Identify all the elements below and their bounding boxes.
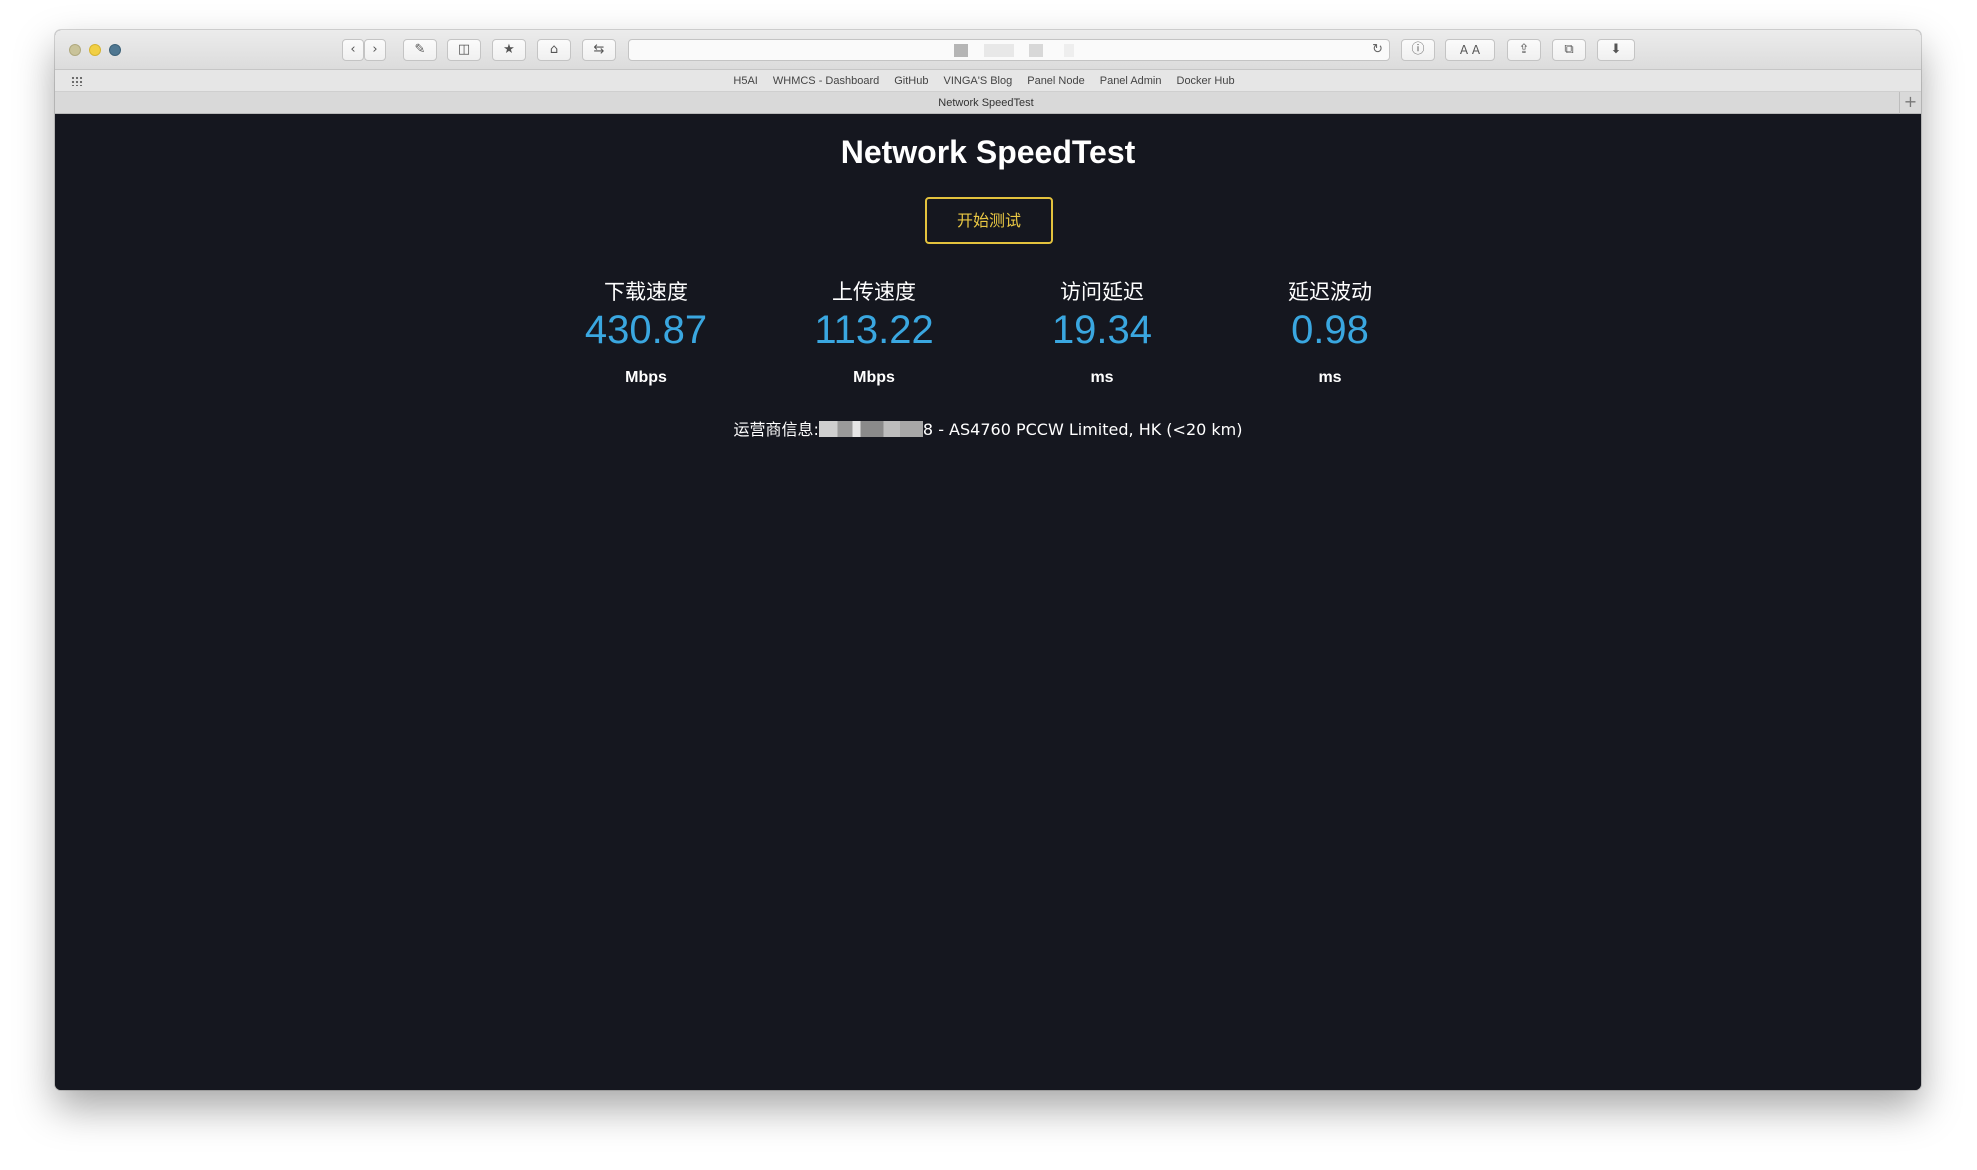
bookmark-item[interactable]: WHMCS - Dashboard <box>773 70 879 92</box>
zoom-window-button[interactable] <box>109 44 121 56</box>
browser-window: ‹ › ✎ ◫ ★ ⌂ ⇆ ↻ ⓘ A A ⇪ ⧉ ⬇ H5AI WHMCS -… <box>55 30 1921 1090</box>
bookmark-item[interactable]: Docker Hub <box>1177 70 1235 92</box>
minimize-window-button[interactable] <box>89 44 101 56</box>
back-icon[interactable]: ‹ <box>342 39 364 61</box>
browser-toolbar: ‹ › ✎ ◫ ★ ⌂ ⇆ ↻ ⓘ A A ⇪ ⧉ ⬇ <box>55 30 1921 70</box>
address-bar[interactable]: ↻ <box>628 39 1390 61</box>
bookmark-item[interactable]: VINGA'S Blog <box>943 70 1012 92</box>
masked-url <box>1064 44 1074 57</box>
bookmark-item[interactable]: Panel Node <box>1027 70 1085 92</box>
metric-unit: Mbps <box>625 369 667 386</box>
masked-ip <box>818 421 923 437</box>
font-size-icon[interactable]: A A <box>1445 39 1495 61</box>
window-controls <box>69 44 121 56</box>
page-content: Network SpeedTest 开始测试 下载速度 430.87 Mbps … <box>55 115 1921 1090</box>
sidebar-icon[interactable]: ◫ <box>447 39 481 61</box>
bookmark-item[interactable]: Panel Admin <box>1100 70 1162 92</box>
bookmark-list: H5AI WHMCS - Dashboard GitHub VINGA'S Bl… <box>55 70 1921 92</box>
metric-value: 113.22 <box>814 308 934 352</box>
share-icon[interactable]: ⇪ <box>1507 39 1541 61</box>
masked-url <box>1029 44 1043 57</box>
bookmark-item[interactable]: GitHub <box>894 70 928 92</box>
forward-icon[interactable]: › <box>364 39 386 61</box>
isp-info: 运营商信息: 8 - AS4760 PCCW Limited, HK (<20 k… <box>55 416 1921 440</box>
bookmark-icon[interactable]: ★ <box>492 39 526 61</box>
bookmark-item[interactable]: H5AI <box>733 70 757 92</box>
metric-unit: Mbps <box>853 369 895 386</box>
home-icon[interactable]: ⌂ <box>537 39 571 61</box>
metric-unit: ms <box>1090 369 1114 386</box>
metric-label: 访问延迟 <box>1060 280 1144 304</box>
metric-value: 19.34 <box>1051 308 1153 352</box>
isp-details: 8 - AS4760 PCCW Limited, HK (<20 km) <box>922 420 1243 439</box>
page-title: Network SpeedTest <box>840 134 1136 170</box>
isp-prefix: 运营商信息: <box>733 420 819 439</box>
metric-label: 下载速度 <box>604 280 688 304</box>
metric-unit: ms <box>1318 369 1342 386</box>
reload-icon[interactable]: ↻ <box>1372 40 1383 60</box>
metric-value: 430.87 <box>584 308 708 352</box>
metric-value: 0.98 <box>1291 308 1369 352</box>
start-test-button[interactable]: 开始测试 <box>925 197 1053 244</box>
download-icon[interactable]: ⬇ <box>1597 39 1635 61</box>
new-tab-button[interactable]: + <box>1899 92 1921 114</box>
share-arrows-icon[interactable]: ⇆ <box>582 39 616 61</box>
tab-network-speedtest[interactable]: Network SpeedTest <box>55 92 1921 114</box>
metric-label: 上传速度 <box>832 280 916 304</box>
masked-url <box>954 44 968 57</box>
edit-icon[interactable]: ✎ <box>403 39 437 61</box>
info-icon[interactable]: ⓘ <box>1401 39 1435 61</box>
masked-url <box>984 44 1014 57</box>
metric-label: 延迟波动 <box>1288 280 1372 304</box>
close-window-button[interactable] <box>69 44 81 56</box>
tab-bar: Network SpeedTest + <box>55 92 1921 114</box>
tabs-icon[interactable]: ⧉ <box>1552 39 1586 61</box>
bookmarks-bar: H5AI WHMCS - Dashboard GitHub VINGA'S Bl… <box>55 70 1921 92</box>
